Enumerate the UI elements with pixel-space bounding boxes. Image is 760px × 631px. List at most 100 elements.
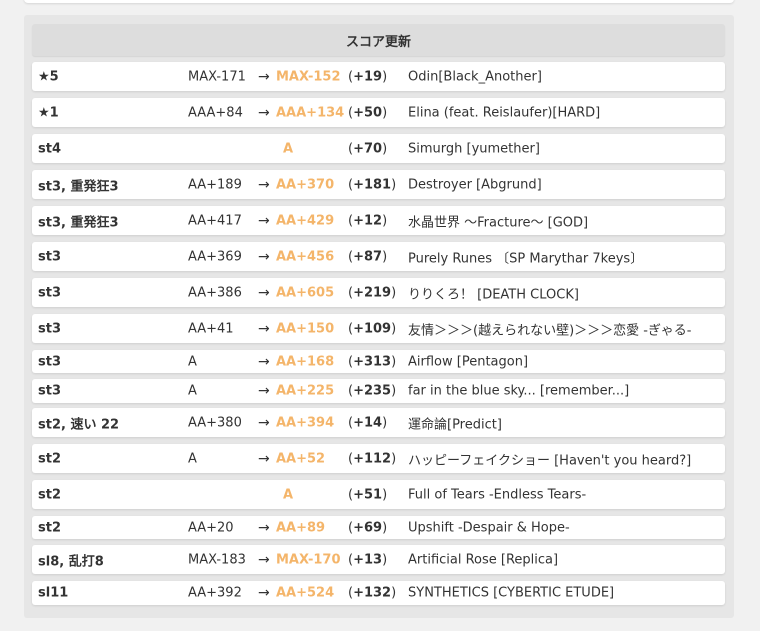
score-row[interactable]: st3 A → AA+225 (+235) far in the blue sk…	[32, 379, 725, 403]
arrow-icon: →	[258, 551, 270, 568]
score-diff: (+313)	[348, 354, 397, 369]
old-score: AA+41	[188, 321, 234, 336]
level-label: sl8, 乱打8	[38, 554, 104, 569]
arrow-icon: →	[258, 104, 270, 121]
song-title: 運命論[Predict]	[408, 417, 502, 432]
score-row[interactable]: st3 AA+369 → AA+456 (+87) Purely Runes 〔…	[32, 242, 725, 271]
diff-value: +313	[353, 354, 392, 369]
diff-value: +14	[353, 415, 383, 430]
song-title: far in the blue sky... [remember...]	[408, 383, 630, 399]
old-score: AA+20	[188, 520, 234, 535]
diff-value: +132	[353, 585, 392, 601]
diff-value: +12	[353, 213, 383, 228]
score-row[interactable]: st3, 重発狂3 AA+189 → AA+370 (+181) Destroy…	[32, 170, 725, 199]
score-diff: (+219)	[348, 285, 397, 300]
song-title: りりくろ！ [DEATH CLOCK]	[408, 287, 579, 302]
new-score: AAA+134	[276, 105, 345, 120]
arrow-icon: →	[258, 585, 270, 601]
score-diff: (+69)	[348, 520, 388, 535]
score-row[interactable]: st4 A (+70) Simurgh [yumether]	[32, 134, 725, 163]
arrow-icon: →	[258, 284, 270, 301]
song-title: Full of Tears -Endless Tears-	[408, 487, 587, 502]
new-score: MAX-152	[276, 69, 341, 84]
section-title: スコア更新	[345, 34, 411, 50]
score-row[interactable]: st2 A → AA+52 (+112) ハッピーフェイクショー [Haven'…	[32, 444, 725, 473]
song-title: Simurgh [yumether]	[408, 141, 540, 156]
score-row[interactable]: st2, 速い 22 AA+380 → AA+394 (+14) 運命論[Pre…	[32, 408, 725, 437]
diff-value: +50	[353, 105, 383, 120]
level-label: st2	[38, 487, 61, 502]
old-score: A	[188, 383, 197, 399]
level-label: st3	[38, 285, 61, 300]
score-row[interactable]: sl11 AA+392 → AA+524 (+132) SYNTHETICS […	[32, 581, 725, 605]
arrow-icon: →	[258, 320, 270, 337]
new-score: AA+370	[276, 177, 335, 192]
new-score: A	[283, 141, 294, 156]
diff-value: +70	[353, 141, 383, 156]
level-label: st2	[38, 451, 61, 466]
level-label: st3	[38, 321, 61, 336]
score-row[interactable]: ★5 MAX-171 → MAX-152 (+19) Odin[Black_An…	[32, 62, 725, 91]
arrow-icon: →	[258, 353, 270, 370]
diff-value: +69	[353, 520, 383, 535]
score-row[interactable]: ★1 AAA+84 → AAA+134 (+50) Elina (feat. R…	[32, 98, 725, 127]
score-diff: (+12)	[348, 213, 388, 228]
arrow-icon: →	[258, 383, 270, 399]
level-label: st2, 速い 22	[38, 417, 120, 432]
old-score: AA+369	[188, 249, 242, 264]
old-score: AA+417	[188, 213, 242, 228]
score-row[interactable]: st3, 重発狂3 AA+417 → AA+429 (+12) 水晶世界 〜Fr…	[32, 206, 725, 235]
new-score: AA+394	[276, 415, 335, 430]
level-label: st3, 重発狂3	[38, 179, 119, 194]
arrow-icon: →	[258, 519, 270, 536]
diff-value: +235	[353, 383, 392, 399]
diff-value: +112	[353, 451, 392, 466]
score-row[interactable]: st2 AA+20 → AA+89 (+69) Upshift -Despair…	[32, 516, 725, 539]
song-title: 水晶世界 〜Fracture〜 [GOD]	[408, 215, 589, 230]
score-diff: (+70)	[348, 141, 388, 156]
score-diff: (+14)	[348, 415, 388, 430]
new-score: MAX-170	[276, 552, 341, 567]
song-title: Destroyer [Abgrund]	[408, 177, 542, 192]
score-row[interactable]: sl8, 乱打8 MAX-183 → MAX-170 (+13) Artific…	[32, 545, 725, 574]
level-label: st4	[38, 141, 61, 156]
arrow-icon: →	[258, 414, 270, 431]
score-diff: (+109)	[348, 321, 397, 336]
level-label: st3	[38, 249, 61, 264]
level-label: st3, 重発狂3	[38, 215, 119, 230]
score-diff: (+235)	[348, 383, 397, 399]
previous-section-card	[24, 0, 734, 3]
old-score: MAX-183	[188, 552, 246, 567]
song-title: ハッピーフェイクショー [Haven't you heard?]	[408, 453, 692, 468]
song-title: SYNTHETICS [CYBERTIC ETUDE]	[408, 585, 615, 601]
new-score: AA+168	[276, 354, 335, 369]
score-row[interactable]: st2 A (+51) Full of Tears -Endless Tears…	[32, 480, 725, 509]
level-label: ★1	[38, 105, 59, 120]
new-score: AA+429	[276, 213, 335, 228]
score-row[interactable]: st3 AA+41 → AA+150 (+109) 友情＞＞＞(越えられない壁)…	[32, 314, 725, 343]
level-label: sl11	[38, 585, 69, 601]
arrow-icon: →	[258, 68, 270, 85]
score-diff: (+19)	[348, 69, 388, 84]
score-update-panel: スコア更新 ★5 MAX-171 → MAX-152 (+19) Odin[Bl…	[24, 15, 734, 618]
new-score: AA+456	[276, 249, 335, 264]
old-score: A	[188, 451, 197, 466]
score-diff: (+132)	[348, 585, 397, 601]
diff-value: +219	[353, 285, 392, 300]
level-label: st2	[38, 520, 61, 535]
old-score: A	[188, 354, 197, 369]
arrow-icon: →	[258, 450, 270, 467]
score-diff: (+112)	[348, 451, 397, 466]
diff-value: +13	[353, 552, 383, 567]
diff-value: +19	[353, 69, 383, 84]
song-title: Artificial Rose [Replica]	[408, 552, 559, 567]
score-row[interactable]: st3 A → AA+168 (+313) Airflow [Pentagon]	[32, 350, 725, 373]
arrow-icon: →	[258, 212, 270, 229]
score-row[interactable]: st3 AA+386 → AA+605 (+219) りりくろ！ [DEATH …	[32, 278, 725, 307]
arrow-icon: →	[258, 176, 270, 193]
song-title: Elina (feat. Reislaufer)[HARD]	[408, 105, 601, 120]
score-diff: (+87)	[348, 249, 388, 264]
song-title: Purely Runes 〔SP Marythar 7keys〕	[408, 251, 644, 266]
level-label: ★5	[38, 69, 59, 84]
diff-value: +87	[353, 249, 383, 264]
